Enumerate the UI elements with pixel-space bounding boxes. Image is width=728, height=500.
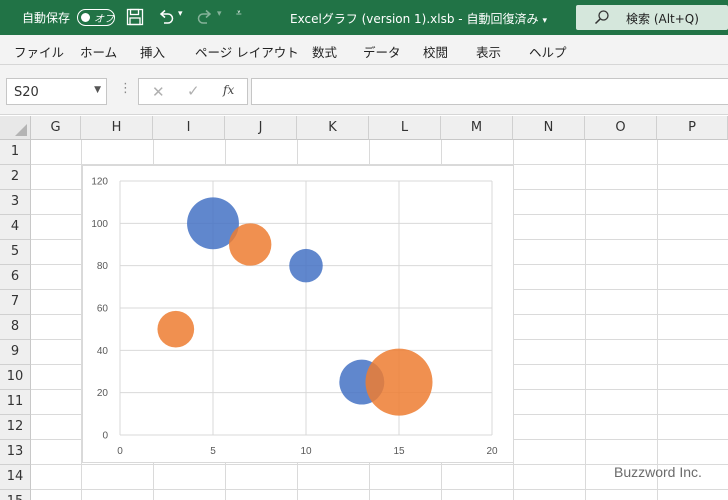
row-header-7[interactable]: 7 — [0, 290, 31, 315]
customize-qat-icon[interactable]: ⩡ — [236, 8, 242, 19]
x-tick-label: 15 — [393, 446, 405, 457]
tab-file[interactable]: ファイル — [14, 42, 64, 61]
row-header-9[interactable]: 9 — [0, 340, 31, 365]
chart-plot: 0 20 40 60 80 100 120 0 5 10 15 20 — [91, 177, 498, 458]
column-header-h[interactable]: H — [81, 116, 153, 140]
y-tick-label: 120 — [91, 177, 108, 188]
column-header-n[interactable]: N — [513, 116, 585, 140]
x-tick-label: 10 — [300, 446, 312, 457]
window-title[interactable]: Excelグラフ (version 1).xlsb - 自動回復済み ▾ — [290, 10, 547, 27]
bubble-series-2 — [365, 348, 433, 416]
redo-icon[interactable] — [196, 8, 214, 26]
document-title: Excelグラフ (version 1).xlsb - 自動回復済み — [290, 12, 539, 26]
formula-input[interactable] — [251, 78, 728, 105]
x-tick-label: 0 — [117, 446, 123, 457]
y-tick-label: 40 — [97, 346, 109, 357]
row-header-2[interactable]: 2 — [0, 165, 31, 190]
row-header-11[interactable]: 11 — [0, 390, 31, 415]
y-tick-label: 60 — [97, 304, 109, 315]
row-header-5[interactable]: 5 — [0, 240, 31, 265]
row-header-14[interactable]: 14 — [0, 465, 31, 490]
y-tick-label: 100 — [91, 219, 108, 230]
undo-dropdown-icon[interactable]: ▾ — [178, 9, 183, 19]
row-header-3[interactable]: 3 — [0, 190, 31, 215]
y-tick-label: 80 — [97, 261, 109, 272]
column-header-j[interactable]: J — [225, 116, 297, 140]
y-tick-label: 0 — [102, 431, 108, 442]
tab-review[interactable]: 校閲 — [423, 42, 448, 61]
autosave-label: 自動保存 — [22, 11, 71, 25]
search-label: 検索 (Alt+Q) — [626, 12, 699, 26]
column-header-k[interactable]: K — [297, 116, 369, 140]
search-icon — [594, 10, 609, 25]
undo-icon[interactable] — [157, 8, 175, 26]
column-header-g[interactable]: G — [31, 116, 81, 140]
name-box[interactable]: S20 ▼ — [6, 78, 107, 105]
column-header-i[interactable]: I — [153, 116, 225, 140]
more-options-icon[interactable]: ⋮ — [119, 81, 132, 96]
toggle-knob — [81, 12, 90, 22]
column-header-l[interactable]: L — [369, 116, 441, 140]
x-tick-label: 5 — [210, 446, 216, 457]
search-box[interactable]: 検索 (Alt+Q) — [576, 5, 728, 30]
tab-home[interactable]: ホーム — [80, 42, 117, 61]
tab-help[interactable]: ヘルプ — [529, 42, 567, 61]
row-header-4[interactable]: 4 — [0, 215, 31, 240]
column-header-p[interactable]: P — [657, 116, 728, 140]
row-header-6[interactable]: 6 — [0, 265, 31, 290]
select-all-triangle — [15, 124, 27, 136]
bubble-series-2 — [157, 310, 195, 348]
bubble-series-1 — [289, 248, 323, 283]
tab-view[interactable]: 表示 — [476, 42, 501, 61]
insert-function-button[interactable]: fx — [223, 83, 234, 97]
column-header-o[interactable]: O — [585, 116, 657, 140]
cancel-icon[interactable]: ✕ — [152, 83, 165, 101]
watermark: Buzzword Inc. — [614, 464, 702, 480]
tab-insert[interactable]: 挿入 — [140, 42, 165, 61]
tab-page-layout[interactable]: ページ レイアウト — [195, 42, 299, 61]
x-tick-label: 20 — [486, 446, 498, 457]
autosave-state: オフ — [94, 14, 114, 25]
row-header-8[interactable]: 8 — [0, 315, 31, 340]
title-bar: 自動保存 オフ ▾ ▾ ⩡ Excelグラフ (version 1).xlsb … — [0, 0, 728, 35]
row-header-1[interactable]: 1 — [0, 140, 31, 165]
save-icon[interactable] — [126, 8, 144, 26]
row-header-12[interactable]: 12 — [0, 415, 31, 440]
title-dropdown-icon: ▾ — [542, 16, 547, 26]
enter-icon[interactable]: ✓ — [187, 82, 200, 100]
formula-buttons: ✕ ✓ fx — [138, 78, 248, 105]
bubble-chart[interactable]: 0 20 40 60 80 100 120 0 5 10 15 20 — [82, 165, 514, 463]
y-tick-label: 20 — [97, 388, 109, 399]
autosave-toggle[interactable]: オフ — [77, 9, 115, 26]
ribbon-tabs: ファイル ホーム 挿入 ページ レイアウト 数式 データ 校閲 表示 ヘルプ — [0, 35, 728, 65]
row-header-15[interactable]: 15 — [0, 490, 31, 500]
redo-dropdown-icon[interactable]: ▾ — [217, 9, 222, 19]
tab-formulas[interactable]: 数式 — [312, 42, 337, 61]
select-all-button[interactable] — [0, 116, 31, 140]
bubble-series-2 — [229, 223, 272, 266]
name-box-value: S20 — [14, 85, 39, 100]
row-header-13[interactable]: 13 — [0, 440, 31, 465]
tab-data[interactable]: データ — [363, 42, 401, 61]
column-header-m[interactable]: M — [441, 116, 513, 140]
name-box-dropdown-icon[interactable]: ▼ — [94, 85, 101, 95]
formula-bar-area: S20 ▼ ⋮ ✕ ✓ fx — [0, 65, 728, 115]
row-header-10[interactable]: 10 — [0, 365, 31, 390]
